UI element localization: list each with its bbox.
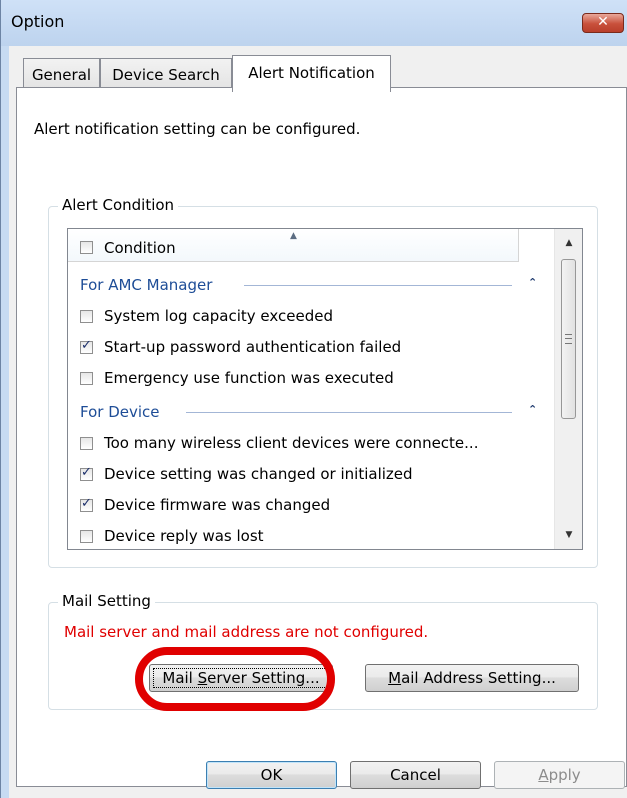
chevron-up-icon[interactable]: ⌃ xyxy=(528,403,537,416)
highlight-annotation xyxy=(135,647,335,711)
window-title: Option xyxy=(11,12,65,31)
checkbox-startup-password[interactable] xyxy=(80,338,93,354)
checkbox-firmware-changed[interactable] xyxy=(80,496,93,512)
scroll-down-icon[interactable]: ▼ xyxy=(555,523,582,547)
list-header[interactable]: ▲ Condition xyxy=(68,229,519,262)
list-item: Start-up password authentication failed xyxy=(104,338,402,356)
list-item: System log capacity exceeded xyxy=(104,307,333,325)
group-title-device: For Device xyxy=(80,403,160,421)
list-item: Device setting was changed or initialize… xyxy=(104,465,413,483)
mail-address-setting-button[interactable]: Mail Address Setting... xyxy=(365,664,579,692)
select-all-checkbox[interactable] xyxy=(80,241,93,254)
tab-alert-notification-label: Alert Notification xyxy=(248,64,375,82)
cancel-button[interactable]: Cancel xyxy=(350,761,481,789)
close-button[interactable]: ✕ xyxy=(582,13,624,33)
list-item: Too many wireless client devices were co… xyxy=(104,434,479,452)
tab-general[interactable]: General xyxy=(23,58,100,90)
list-item: Emergency use function was executed xyxy=(104,369,394,387)
list-item: Device reply was lost xyxy=(104,527,264,545)
grip-icon xyxy=(565,334,572,344)
tab-device-search[interactable]: Device Search xyxy=(100,58,232,90)
scroll-up-icon[interactable]: ▲ xyxy=(555,231,582,255)
list-item: Device firmware was changed xyxy=(104,496,331,514)
checkbox-device-setting-changed[interactable] xyxy=(80,465,93,481)
apply-button[interactable]: Apply xyxy=(494,761,625,789)
checkbox-system-log[interactable] xyxy=(80,310,93,323)
alert-condition-label: Alert Condition xyxy=(58,196,179,214)
chevron-up-icon[interactable]: ⌃ xyxy=(528,276,537,289)
mail-setting-label: Mail Setting xyxy=(58,592,155,610)
scrollbar-thumb[interactable] xyxy=(561,259,576,419)
checkbox-too-many-wireless[interactable] xyxy=(80,437,93,450)
ok-button[interactable]: OK xyxy=(206,761,337,789)
condition-list[interactable]: ▲ Condition For AMC Manager ⌃ System log… xyxy=(67,228,583,550)
tab-general-label: General xyxy=(31,66,92,84)
title-bar: Option ✕ xyxy=(1,0,627,46)
tab-device-search-label: Device Search xyxy=(112,66,220,84)
group-title-amc-manager: For AMC Manager xyxy=(80,276,213,294)
option-dialog: Option ✕ General Device Search Alert Not… xyxy=(0,0,627,798)
checkbox-reply-lost[interactable] xyxy=(80,530,93,543)
close-icon: ✕ xyxy=(597,14,609,30)
vertical-scrollbar[interactable]: ▲ ▼ xyxy=(554,229,582,549)
condition-column-header: Condition xyxy=(104,239,176,257)
checkbox-emergency-use[interactable] xyxy=(80,372,93,385)
description-text: Alert notification setting can be config… xyxy=(34,120,361,138)
sort-ascending-icon: ▲ xyxy=(290,231,297,241)
mail-warning-text: Mail server and mail address are not con… xyxy=(64,623,429,641)
tab-alert-notification[interactable]: Alert Notification xyxy=(232,55,391,92)
